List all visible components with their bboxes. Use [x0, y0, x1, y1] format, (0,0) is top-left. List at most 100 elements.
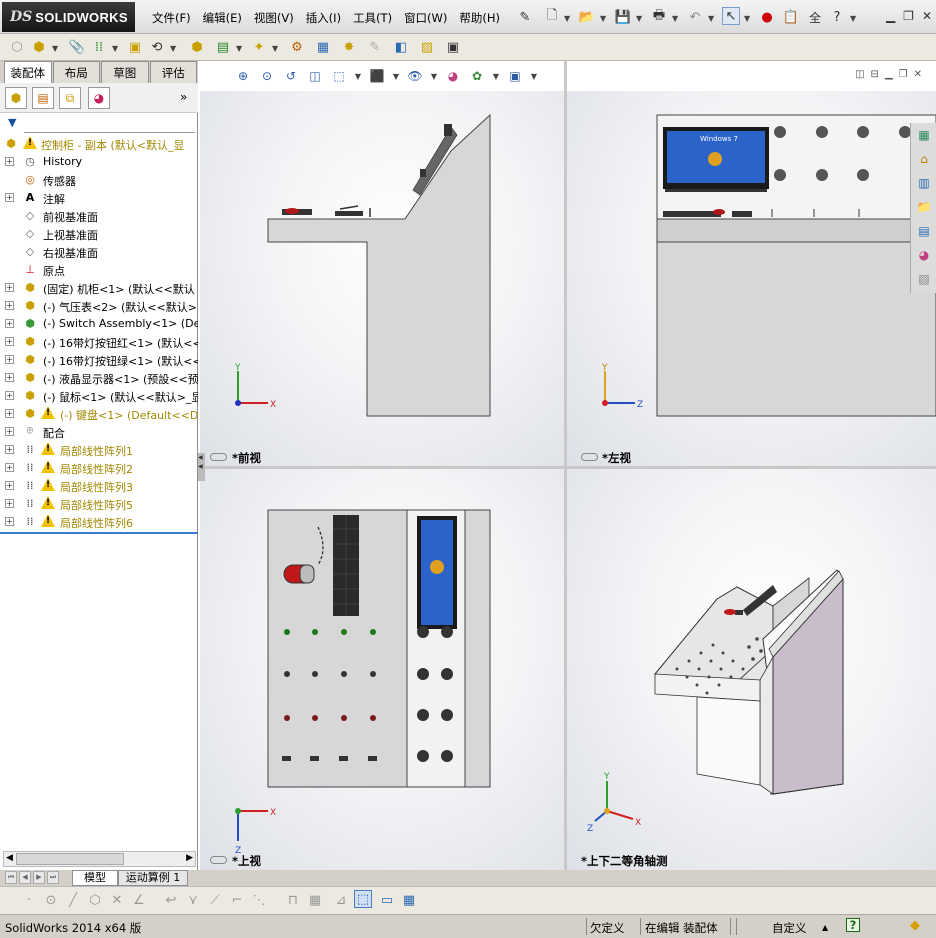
tree-item-pattern[interactable]: + ⁞⁞ 局部线性阵列5: [0, 495, 198, 513]
single-viewport-icon[interactable]: ▭: [378, 891, 396, 909]
expand-icon[interactable]: +: [5, 355, 14, 364]
feature-tree-icon[interactable]: ⬢: [5, 87, 27, 109]
insert-components-icon[interactable]: ⬢: [30, 38, 48, 56]
minimize-icon[interactable]: ▁: [886, 9, 895, 23]
menu-help[interactable]: 帮助(H): [453, 10, 506, 26]
viewport-horizontal-splitter[interactable]: [198, 466, 936, 469]
status-units[interactable]: 自定义: [772, 920, 807, 936]
assembly-features-icon[interactable]: ▤: [214, 38, 232, 56]
expand-icon[interactable]: +: [5, 481, 14, 490]
view-palette-icon[interactable]: ▤: [914, 221, 934, 241]
tab-motion-study[interactable]: 运动算例 1: [118, 870, 188, 886]
clearance-verification-icon[interactable]: ▨: [418, 38, 436, 56]
tree-item-top-plane[interactable]: ◇ 上视基准面: [0, 225, 198, 243]
expand-icon[interactable]: +: [5, 373, 14, 382]
point-icon[interactable]: ·: [20, 891, 38, 909]
minimize-doc-icon[interactable]: ▁: [885, 69, 893, 80]
scroll-right-icon[interactable]: ▶: [186, 853, 193, 863]
viewport-left[interactable]: Windows 7 Y Z *左视: [567, 91, 936, 466]
tree-item-pattern[interactable]: + ⁞⁞ 局部线性阵列3: [0, 477, 198, 495]
tree-item-component[interactable]: + ⬢ (-) 16带灯按钮红<1> (默认<<: [0, 333, 198, 351]
menu-file[interactable]: 文件(F): [146, 10, 197, 26]
offset-icon[interactable]: ↩: [162, 891, 180, 909]
help-icon[interactable]: ?: [828, 8, 846, 26]
undo-dropdown-icon[interactable]: ▼: [708, 14, 714, 23]
apply-scene-dropdown-icon[interactable]: ▼: [492, 67, 500, 85]
select-arrow-icon[interactable]: ↖: [722, 7, 740, 25]
tab-model[interactable]: 模型: [72, 870, 118, 886]
bill-of-materials-icon[interactable]: ▦: [314, 38, 332, 56]
tree-item-component[interactable]: + ⬢ (-) 鼠标<1> (默认<<默认>_显: [0, 387, 198, 405]
filter-icon[interactable]: ▼: [8, 116, 16, 129]
tree-item-origin[interactable]: ⊥ 原点: [0, 261, 198, 279]
expand-panel-icon[interactable]: »: [180, 90, 187, 104]
expand-icon[interactable]: +: [5, 157, 14, 166]
save-dropdown-icon[interactable]: ▼: [636, 14, 642, 23]
search-commands-icon[interactable]: 全: [806, 8, 824, 26]
scroll-thumb[interactable]: [16, 853, 124, 865]
appearances-icon[interactable]: ◕: [914, 245, 934, 265]
pattern-dropdown-icon[interactable]: ▼: [112, 44, 118, 53]
new-dropdown-icon[interactable]: ▼: [564, 14, 570, 23]
tree-item-component-warning[interactable]: + ⬢ (-) 键盘<1> (Default<<Def: [0, 405, 198, 423]
property-manager-icon[interactable]: ▤: [32, 87, 54, 109]
exploded-view-icon[interactable]: ✸: [340, 38, 358, 56]
expand-icon[interactable]: +: [5, 463, 14, 472]
file-properties-icon[interactable]: 📋: [782, 8, 800, 26]
open-folder-icon[interactable]: 📂: [578, 8, 596, 26]
explode-line-sketch-icon[interactable]: ✎: [366, 38, 384, 56]
expand-icon[interactable]: +: [5, 337, 14, 346]
graphics-area[interactable]: ⊕ ⊙ ↺ ◫ ⬚ ▼ ⬛ ▼ 👁 ▼ ◕ ✿ ▼ ▣ ▼ ◫ ⊟ ▁ ❐ ✕: [198, 61, 936, 870]
expand-icon[interactable]: +: [5, 427, 14, 436]
smart-dimension-icon[interactable]: ⊓: [284, 891, 302, 909]
tree-item-history[interactable]: + ◷ History: [0, 153, 198, 171]
expand-icon[interactable]: +: [5, 193, 14, 202]
edit-component-icon[interactable]: ⬡: [8, 38, 26, 56]
display-style-dropdown-icon[interactable]: ▼: [392, 67, 400, 85]
tab-next-icon[interactable]: ▶: [33, 871, 45, 884]
apply-scene-icon[interactable]: ✿: [468, 67, 486, 85]
tab-sketch[interactable]: 草图: [101, 61, 149, 83]
expand-icon[interactable]: +: [5, 391, 14, 400]
expand-icon[interactable]: +: [5, 319, 14, 328]
single-view-icon[interactable]: ⊟: [871, 69, 879, 80]
trim-icon[interactable]: ✕: [108, 891, 126, 909]
tree-item-pattern[interactable]: + ⁞⁞ 局部线性阵列1: [0, 441, 198, 459]
rollback-bar[interactable]: [0, 532, 198, 534]
tab-prev-icon[interactable]: ◀: [19, 871, 31, 884]
expand-icon[interactable]: +: [5, 409, 14, 418]
zoom-to-fit-icon[interactable]: ⊕: [234, 67, 252, 85]
solidworks-logo[interactable]: DS SOLIDWORKS: [2, 2, 135, 32]
section-view-icon[interactable]: ◫: [306, 67, 324, 85]
configuration-manager-icon[interactable]: ⧉: [59, 87, 81, 109]
relations-icon[interactable]: ⊿: [332, 891, 350, 909]
view-cube-icon[interactable]: ⬚: [354, 890, 372, 908]
solidworks-resources-icon[interactable]: ▦: [914, 125, 934, 145]
four-viewport-icon[interactable]: ▦: [400, 891, 418, 909]
tree-item-component[interactable]: + ⬢ (-) 16带灯按钮绿<1> (默认<<: [0, 351, 198, 369]
mate-icon[interactable]: 📎: [68, 38, 86, 56]
tree-item-pattern[interactable]: + ⁞⁞ 局部线性阵列6: [0, 513, 198, 531]
grid-icon[interactable]: ▦: [306, 891, 324, 909]
expand-icon[interactable]: +: [5, 499, 14, 508]
tab-layout[interactable]: 布局: [52, 61, 100, 83]
custom-properties-icon[interactable]: ▧: [914, 269, 934, 289]
centerline-icon[interactable]: ∠: [130, 891, 148, 909]
expand-icon[interactable]: +: [5, 301, 14, 310]
menu-edit[interactable]: 编辑(E): [197, 10, 248, 26]
expand-icon[interactable]: +: [5, 517, 14, 526]
tree-item-annotations[interactable]: + A 注解: [0, 189, 198, 207]
new-motion-study-icon[interactable]: ⚙: [288, 38, 306, 56]
undo-icon[interactable]: ↶: [686, 8, 704, 26]
print-icon[interactable]: 🖶: [650, 8, 668, 26]
tree-item-component[interactable]: + ⬢ (固定) 机柜<1> (默认<<默认: [0, 279, 198, 297]
tag-icon[interactable]: ◆: [910, 918, 920, 933]
show-hidden-components-icon[interactable]: ⬢: [188, 38, 206, 56]
expand-icon[interactable]: +: [5, 445, 14, 454]
tab-last-icon[interactable]: ⏭: [47, 871, 59, 884]
move-dropdown-icon[interactable]: ▼: [170, 44, 176, 53]
print-dropdown-icon[interactable]: ▼: [672, 14, 678, 23]
menu-window[interactable]: 窗口(W): [398, 10, 453, 26]
close-icon[interactable]: ✕: [922, 9, 932, 23]
tab-first-icon[interactable]: ⏮: [5, 871, 17, 884]
